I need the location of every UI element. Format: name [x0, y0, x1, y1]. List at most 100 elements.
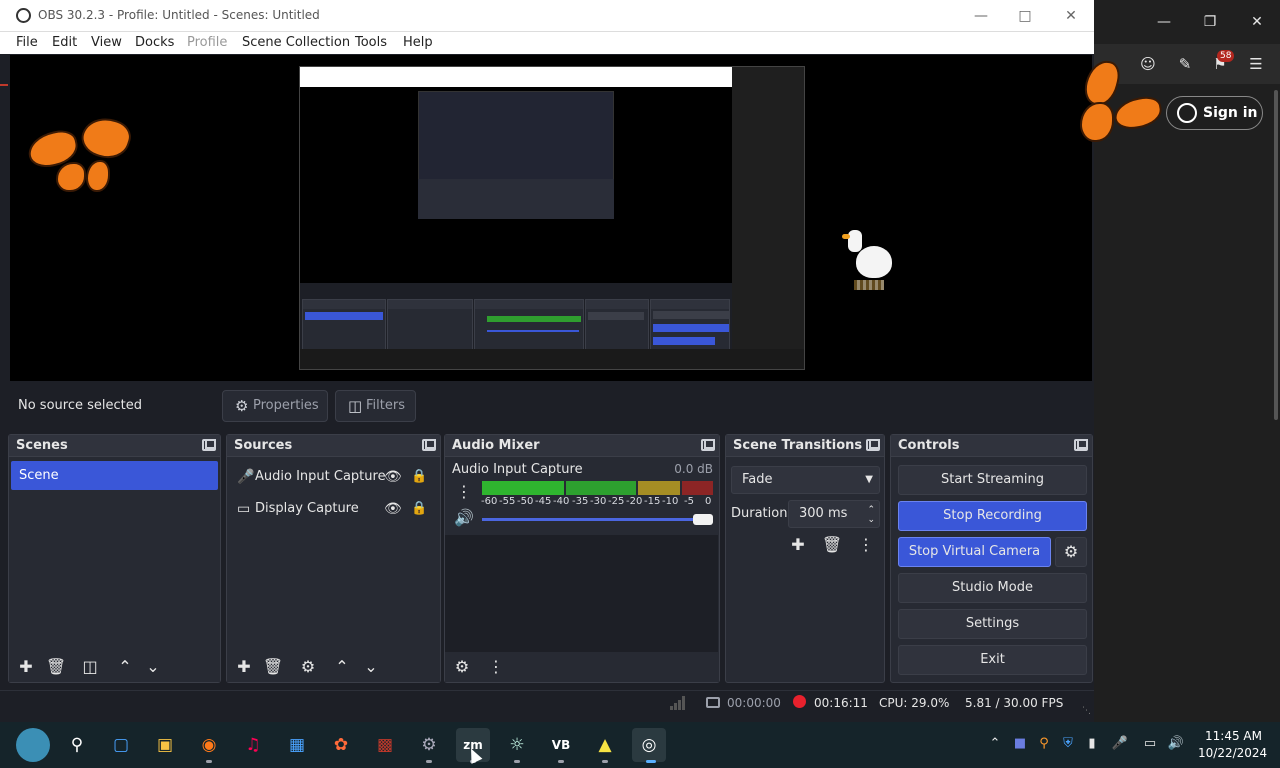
menu-scene-collection[interactable]: Scene Collection: [242, 35, 350, 50]
app-icon[interactable]: ✿: [324, 728, 358, 762]
lock-icon[interactable]: 🔒: [411, 464, 427, 490]
archive-icon[interactable]: ▩: [368, 728, 402, 762]
stop-recording-button[interactable]: Stop Recording: [898, 501, 1087, 531]
butterfly-icon: [25, 111, 136, 198]
remove-source-icon[interactable]: 🗑: [261, 655, 285, 679]
browser-scrollbar[interactable]: [1274, 90, 1278, 420]
clock-time[interactable]: 11:45 AM: [1198, 729, 1262, 743]
mixer-options-icon[interactable]: ⋮: [484, 655, 508, 679]
sign-in-button[interactable]: Sign in: [1166, 96, 1263, 130]
recording-icon: [793, 695, 806, 708]
scenes-dock: Scenes Scene ✚ 🗑 ◫ ⌃ ⌄: [8, 434, 221, 683]
settings-button[interactable]: Settings: [898, 609, 1087, 639]
volume-fader-track[interactable]: [482, 518, 704, 521]
browser-restore-icon[interactable]: ❐: [1198, 10, 1222, 34]
source-item[interactable]: 🎤 Audio Input Capture 👁 🔒: [233, 464, 438, 490]
scenes-title: Scenes: [16, 438, 68, 453]
menu-view[interactable]: View: [91, 35, 122, 50]
butterfly-icon: [1080, 56, 1166, 148]
widgets-icon[interactable]: ▢: [104, 728, 138, 762]
properties-button[interactable]: ⚙ Properties: [222, 390, 328, 422]
nested-titlebar: [300, 67, 732, 77]
menu-file[interactable]: File: [16, 35, 38, 50]
undock-icon[interactable]: [701, 439, 715, 451]
tray-overflow-icon[interactable]: ⌃: [985, 734, 1005, 754]
mixer-menu-icon[interactable]: ⋮: [452, 480, 476, 504]
security-icon[interactable]: ⛨: [1058, 734, 1078, 754]
tray-search-icon[interactable]: ⚲: [1034, 734, 1054, 754]
move-down-icon[interactable]: ⌄: [141, 655, 165, 679]
transition-select[interactable]: Fade ▼: [731, 466, 880, 494]
visibility-eye-icon[interactable]: 👁: [384, 496, 402, 522]
studio-mode-button[interactable]: Studio Mode: [898, 573, 1087, 603]
transition-options-icon[interactable]: ⋮: [854, 533, 878, 557]
fps-readout: 5.81 / 30.00 FPS: [965, 696, 1064, 710]
scene-filters-icon[interactable]: ◫: [78, 655, 102, 679]
advanced-audio-icon[interactable]: ⚙: [450, 655, 474, 679]
minimize-icon[interactable]: —: [966, 4, 996, 28]
duration-label: Duration: [731, 506, 788, 521]
search-icon[interactable]: ⚲: [60, 728, 94, 762]
store-icon[interactable]: ▦: [280, 728, 314, 762]
settings-icon[interactable]: ⚙: [412, 728, 446, 762]
menu-help[interactable]: Help: [403, 35, 433, 50]
menu-docks[interactable]: Docks: [135, 35, 174, 50]
app2-icon[interactable]: ▲: [588, 728, 622, 762]
clock-date[interactable]: 10/22/2024: [1198, 746, 1267, 760]
mixer-empty-area: [445, 535, 718, 653]
scene-item[interactable]: Scene: [11, 461, 218, 490]
controls-title: Controls: [898, 438, 960, 453]
scenes-toolbar: ✚ 🗑 ◫ ⌃ ⌄: [9, 652, 220, 682]
tick-label: -20: [626, 496, 643, 507]
obs-icon[interactable]: ◎: [632, 728, 666, 762]
undock-icon[interactable]: [866, 439, 880, 451]
duration-spinbox[interactable]: 300 ms ⌃ ⌄: [788, 500, 880, 528]
usb-icon[interactable]: ▮: [1082, 734, 1102, 754]
source-item[interactable]: ▭ Display Capture 👁 🔒: [233, 496, 438, 522]
remove-transition-icon[interactable]: 🗑: [820, 533, 844, 557]
globe-icon[interactable]: [16, 728, 50, 762]
file-explorer-icon[interactable]: ▣: [148, 728, 182, 762]
lock-icon[interactable]: 🔒: [411, 496, 427, 522]
nested-taskbar: [300, 349, 804, 369]
resize-grip-icon[interactable]: ⋱: [1082, 706, 1092, 716]
browser-close-icon[interactable]: ✕: [1245, 10, 1269, 34]
menu-tools[interactable]: Tools: [355, 35, 387, 50]
menu-edit[interactable]: Edit: [52, 35, 77, 50]
move-down-icon[interactable]: ⌄: [359, 655, 383, 679]
virtual-camera-settings-icon[interactable]: ⚙: [1055, 537, 1087, 567]
steam-icon[interactable]: ☼: [500, 728, 534, 762]
maximize-icon[interactable]: □: [1010, 4, 1040, 28]
add-scene-icon[interactable]: ✚: [14, 655, 38, 679]
speaker-icon[interactable]: 🔊: [452, 506, 476, 530]
source-properties-icon[interactable]: ⚙: [296, 655, 320, 679]
visibility-eye-icon[interactable]: 👁: [384, 464, 402, 490]
close-icon[interactable]: ✕: [1056, 4, 1086, 28]
move-up-icon[interactable]: ⌃: [113, 655, 137, 679]
undock-icon[interactable]: [422, 439, 436, 451]
chevron-down-icon[interactable]: ⌄: [867, 507, 875, 533]
undock-icon[interactable]: [1074, 439, 1088, 451]
firefox-icon[interactable]: ◉: [192, 728, 226, 762]
move-up-icon[interactable]: ⌃: [330, 655, 354, 679]
remove-scene-icon[interactable]: 🗑: [44, 655, 68, 679]
start-streaming-button[interactable]: Start Streaming: [898, 465, 1087, 495]
undock-icon[interactable]: [202, 439, 216, 451]
nested-menubar: [300, 77, 732, 87]
menu-profile[interactable]: Profile: [187, 35, 227, 50]
extensions-icon[interactable]: ✎: [1173, 52, 1197, 76]
volume-icon[interactable]: 🔊: [1166, 734, 1186, 754]
browser-minimize-icon[interactable]: —: [1152, 10, 1176, 34]
vb-audio-icon[interactable]: VB: [544, 728, 578, 762]
display-icon[interactable]: ▭: [1140, 734, 1160, 754]
stop-virtual-camera-button[interactable]: Stop Virtual Camera: [898, 537, 1051, 567]
teams-icon[interactable]: ■: [1010, 734, 1030, 754]
microphone-icon[interactable]: 🎤: [1110, 734, 1130, 754]
add-transition-icon[interactable]: ✚: [786, 533, 810, 557]
add-source-icon[interactable]: ✚: [232, 655, 256, 679]
menu-icon[interactable]: ☰: [1244, 52, 1268, 76]
filters-button[interactable]: ◫ Filters: [335, 390, 416, 422]
volume-fader-knob[interactable]: [693, 514, 713, 525]
music-icon[interactable]: ♫: [236, 728, 270, 762]
exit-button[interactable]: Exit: [898, 645, 1087, 675]
